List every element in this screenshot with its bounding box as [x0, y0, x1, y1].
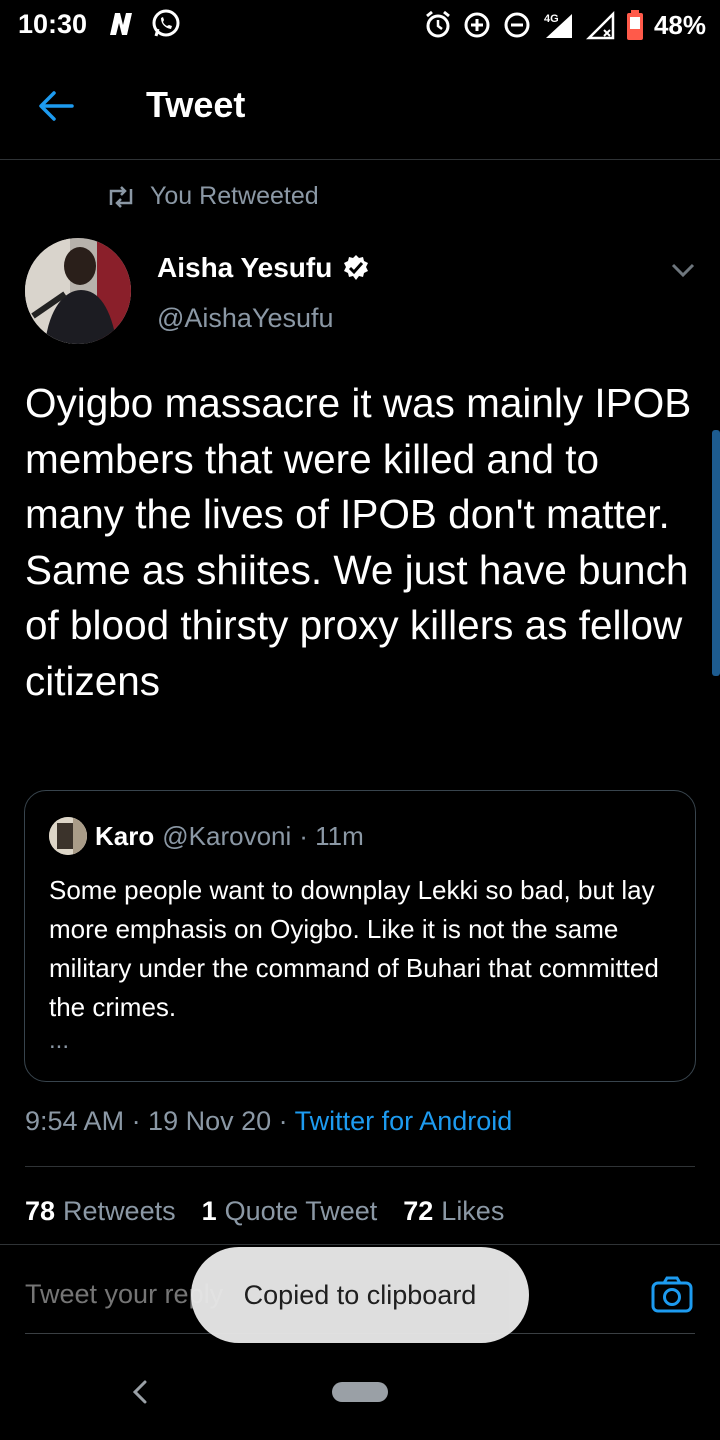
- battery-icon: [626, 10, 643, 40]
- quoted-tweet-card[interactable]: Karo @Karovoni · 11m Some people want to…: [24, 790, 696, 1082]
- tweet-text: Oyigbo massacre it was mainly IPOB membe…: [25, 380, 692, 704]
- retweet-context: You Retweeted: [106, 182, 319, 211]
- top-app-bar: Tweet: [0, 50, 720, 160]
- retweet-label: You Retweeted: [150, 182, 319, 210]
- netflix-n-icon: [110, 13, 132, 35]
- tweet-detail-screen: 10:30 4G 48% Tweet You Retweeted Aisha Y…: [0, 0, 720, 1440]
- quotes-label: Quote Tweet: [224, 1196, 378, 1226]
- signal-4g-icon: 4G: [544, 13, 572, 38]
- back-button[interactable]: [34, 84, 78, 128]
- likes-count: 72: [403, 1196, 434, 1226]
- likes-label: Likes: [441, 1196, 505, 1226]
- signal-icon: [585, 10, 615, 40]
- verified-badge-icon: [344, 255, 369, 280]
- quoted-author-name: Karo: [95, 820, 155, 851]
- status-time: 10:30: [18, 9, 88, 39]
- quoted-author-handle: @Karovoni: [162, 820, 292, 851]
- quoted-avatar: [49, 817, 87, 855]
- quoted-tweet-header: Karo @Karovoni · 11m: [49, 817, 364, 855]
- tweet-timestamp-line: 9:54 AM · 19 Nov 20 · Twitter for Androi…: [25, 1106, 512, 1137]
- data-saver-icon: [464, 12, 490, 38]
- likes-stat[interactable]: 72 Likes: [403, 1196, 504, 1227]
- scrollbar-thumb[interactable]: [712, 430, 720, 676]
- whatsapp-icon: [152, 9, 180, 37]
- page-title: Tweet: [146, 84, 246, 125]
- quoted-more-ellipsis: ...: [49, 1027, 70, 1054]
- tweet-timestamp: 9:54 AM · 19 Nov 20 ·: [25, 1106, 295, 1136]
- alarm-icon: [426, 10, 450, 38]
- status-bar: 10:30 4G 48%: [0, 0, 720, 50]
- nav-home-pill[interactable]: [332, 1382, 388, 1402]
- quotes-count: 1: [201, 1196, 217, 1226]
- svg-text:4G: 4G: [544, 13, 559, 25]
- quoted-tweet-text: Some people want to downplay Lekki so ba…: [49, 875, 659, 1022]
- retweet-icon: [109, 185, 133, 208]
- quoted-time: · 11m: [299, 820, 364, 851]
- back-arrow-icon: [39, 91, 74, 121]
- tweet-stats: 78 Retweets 1 Quote Tweet 72 Likes: [25, 1196, 504, 1227]
- status-left-icons: [106, 8, 182, 40]
- battery-percent: 48%: [653, 9, 706, 40]
- tweet-source-link[interactable]: Twitter for Android: [295, 1106, 513, 1136]
- quotes-stat[interactable]: 1 Quote Tweet: [202, 1196, 378, 1227]
- avatar-image: [25, 238, 131, 344]
- retweets-stat[interactable]: 78 Retweets: [25, 1196, 176, 1227]
- status-right-icons: 4G 48%: [424, 9, 706, 41]
- author-name[interactable]: Aisha Yesufu: [157, 252, 370, 284]
- camera-icon[interactable]: [650, 1273, 694, 1317]
- avatar[interactable]: [25, 238, 131, 344]
- author-handle[interactable]: @AishaYesufu: [157, 303, 334, 334]
- do-not-disturb-icon: [504, 12, 530, 38]
- author-name-text: Aisha Yesufu: [157, 252, 333, 283]
- chevron-down-icon[interactable]: [668, 255, 698, 285]
- nav-back-icon[interactable]: [128, 1378, 152, 1406]
- retweets-count: 78: [25, 1196, 56, 1226]
- divider: [25, 1166, 695, 1167]
- toast-message: Copied to clipboard: [191, 1247, 529, 1343]
- retweets-label: Retweets: [63, 1196, 176, 1226]
